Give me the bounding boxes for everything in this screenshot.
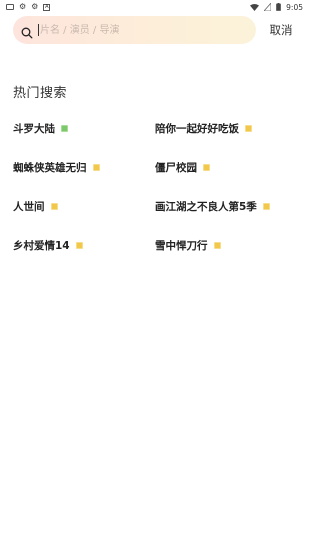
hot-badge-icon [50, 203, 58, 210]
hot-search-item-label: 人世间 [13, 201, 45, 213]
search-box[interactable] [13, 16, 256, 44]
hot-search-item-label: 蜘蛛侠英雄无归 [13, 162, 87, 174]
hot-search-item[interactable]: 画江湖之不良人第5季 [155, 198, 299, 215]
hot-search-item-label: 斗罗大陆 [13, 123, 55, 135]
hot-search-item[interactable]: 乡村爱情14 [13, 237, 155, 254]
status-left-icons: ⚙ ⚙ A [6, 2, 51, 11]
bug-icon: ⚙ [31, 2, 39, 11]
hot-badge-icon [262, 203, 270, 210]
hot-badge-icon [213, 242, 221, 249]
cancel-button[interactable]: 取消 [264, 22, 298, 38]
hot-search-title: 热门搜索 [13, 86, 68, 101]
a-icon: A [43, 3, 51, 11]
hot-search-item-label: 陪你一起好好吃饭 [155, 123, 239, 135]
hot-search-item-label: 乡村爱情14 [13, 240, 70, 252]
sim-icon [264, 3, 272, 11]
text-cursor [38, 24, 39, 36]
hot-search-item-label: 画江湖之不良人第5季 [155, 201, 257, 213]
hot-badge-icon [203, 164, 210, 171]
hot-badge-icon [61, 125, 68, 132]
hot-badge-icon [245, 125, 252, 132]
hot-search-item[interactable]: 人世间 [13, 198, 155, 215]
search-icon [21, 24, 33, 39]
hot-search-item-label: 雪中悍刀行 [155, 240, 208, 252]
hot-search-item[interactable]: 僵尸校园 [155, 159, 299, 176]
search-input[interactable] [40, 22, 230, 38]
status-right-icons: 9:05 [250, 3, 303, 12]
hot-badge-icon [75, 242, 83, 249]
hot-search-item[interactable]: 斗罗大陆 [13, 120, 155, 137]
bug-icon: ⚙ [19, 2, 27, 11]
search-row: 取消 [13, 16, 298, 44]
hot-badge-icon [92, 164, 100, 171]
mail-icon [6, 4, 14, 10]
wifi-icon [250, 3, 260, 11]
hot-search-item[interactable]: 蜘蛛侠英雄无归 [13, 159, 155, 176]
status-bar: ⚙ ⚙ A 9:05 [0, 0, 309, 14]
battery-icon [276, 3, 281, 11]
hot-search-item-label: 僵尸校园 [155, 162, 197, 174]
search-screen: ⚙ ⚙ A 9:05 片名 / 演员 / 导演 取消 热门搜索 斗罗大陆 陪你一… [0, 0, 309, 550]
hot-search-item[interactable]: 陪你一起好好吃饭 [155, 120, 299, 137]
hot-search-item[interactable]: 雪中悍刀行 [155, 237, 299, 254]
status-time: 9:05 [286, 2, 303, 12]
hot-search-list: 斗罗大陆 陪你一起好好吃饭 蜘蛛侠英雄无归 僵尸校园 人世间 画江湖之不良人第5… [13, 120, 299, 254]
